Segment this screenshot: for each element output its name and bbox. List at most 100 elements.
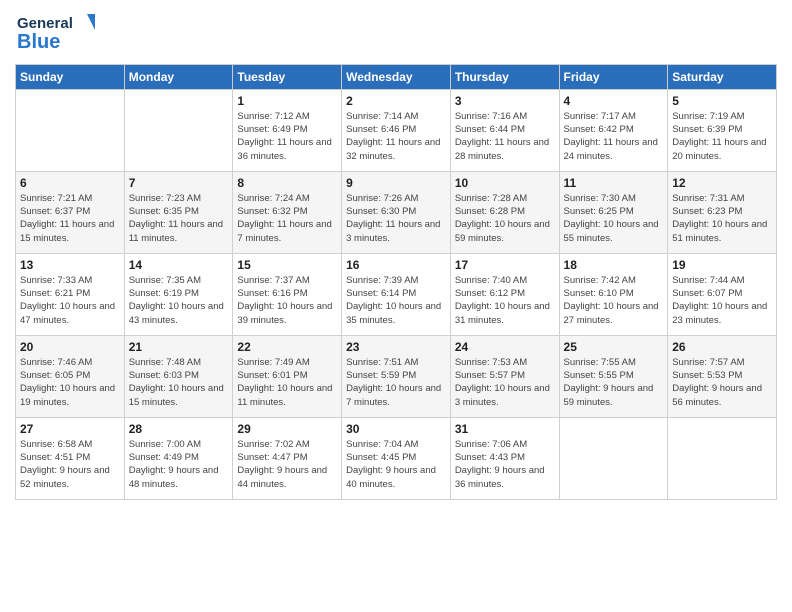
header-wednesday: Wednesday (342, 64, 451, 89)
svg-text:General: General (17, 15, 73, 32)
day-info: Sunrise: 7:19 AM Sunset: 6:39 PM Dayligh… (672, 110, 772, 163)
day-info: Sunrise: 7:12 AM Sunset: 6:49 PM Dayligh… (237, 110, 337, 163)
day-info: Sunrise: 7:39 AM Sunset: 6:14 PM Dayligh… (346, 274, 446, 327)
calendar-cell (16, 89, 125, 171)
day-info: Sunrise: 7:14 AM Sunset: 6:46 PM Dayligh… (346, 110, 446, 163)
header-tuesday: Tuesday (233, 64, 342, 89)
calendar-cell: 11 Sunrise: 7:30 AM Sunset: 6:25 PM Dayli… (559, 171, 668, 253)
day-number: 20 (20, 340, 120, 354)
calendar-cell: 15 Sunrise: 7:37 AM Sunset: 6:16 PM Dayli… (233, 253, 342, 335)
calendar-cell: 7 Sunrise: 7:23 AM Sunset: 6:35 PM Daylig… (124, 171, 233, 253)
day-number: 28 (129, 422, 229, 436)
day-info: Sunrise: 7:46 AM Sunset: 6:05 PM Dayligh… (20, 356, 120, 409)
page-container: General Blue SundayMondayTuesdayWednesda… (0, 0, 792, 510)
calendar-cell: 5 Sunrise: 7:19 AM Sunset: 6:39 PM Daylig… (668, 89, 777, 171)
day-info: Sunrise: 7:28 AM Sunset: 6:28 PM Dayligh… (455, 192, 555, 245)
calendar-cell: 26 Sunrise: 7:57 AM Sunset: 5:53 PM Dayli… (668, 335, 777, 417)
calendar-cell: 20 Sunrise: 7:46 AM Sunset: 6:05 PM Dayli… (16, 335, 125, 417)
day-info: Sunrise: 7:57 AM Sunset: 5:53 PM Dayligh… (672, 356, 772, 409)
day-info: Sunrise: 7:00 AM Sunset: 4:49 PM Dayligh… (129, 438, 229, 491)
calendar-header-row: SundayMondayTuesdayWednesdayThursdayFrid… (16, 64, 777, 89)
day-info: Sunrise: 7:21 AM Sunset: 6:37 PM Dayligh… (20, 192, 120, 245)
calendar-cell: 2Sunrise: 7:14 AM Sunset: 6:46 PM Daylig… (342, 89, 451, 171)
header-friday: Friday (559, 64, 668, 89)
calendar-cell (124, 89, 233, 171)
calendar-week-5: 27 Sunrise: 6:58 AM Sunset: 4:51 PM Dayli… (16, 417, 777, 499)
header-sunday: Sunday (16, 64, 125, 89)
calendar-cell: 8 Sunrise: 7:24 AM Sunset: 6:32 PM Daylig… (233, 171, 342, 253)
day-info: Sunrise: 7:42 AM Sunset: 6:10 PM Dayligh… (564, 274, 664, 327)
day-info: Sunrise: 7:35 AM Sunset: 6:19 PM Dayligh… (129, 274, 229, 327)
day-number: 25 (564, 340, 664, 354)
day-number: 11 (564, 176, 664, 190)
day-info: Sunrise: 7:49 AM Sunset: 6:01 PM Dayligh… (237, 356, 337, 409)
day-info: Sunrise: 7:06 AM Sunset: 4:43 PM Dayligh… (455, 438, 555, 491)
calendar-cell: 22Sunrise: 7:49 AM Sunset: 6:01 PM Dayli… (233, 335, 342, 417)
calendar-week-2: 6Sunrise: 7:21 AM Sunset: 6:37 PM Daylig… (16, 171, 777, 253)
calendar-cell: 1 Sunrise: 7:12 AM Sunset: 6:49 PM Daylig… (233, 89, 342, 171)
header-saturday: Saturday (668, 64, 777, 89)
day-number: 10 (455, 176, 555, 190)
calendar-week-1: 1 Sunrise: 7:12 AM Sunset: 6:49 PM Daylig… (16, 89, 777, 171)
day-info: Sunrise: 7:31 AM Sunset: 6:23 PM Dayligh… (672, 192, 772, 245)
day-info: Sunrise: 7:53 AM Sunset: 5:57 PM Dayligh… (455, 356, 555, 409)
day-number: 18 (564, 258, 664, 272)
calendar-cell: 16 Sunrise: 7:39 AM Sunset: 6:14 PM Dayli… (342, 253, 451, 335)
calendar-cell: 21Sunrise: 7:48 AM Sunset: 6:03 PM Dayli… (124, 335, 233, 417)
day-info: Sunrise: 7:26 AM Sunset: 6:30 PM Dayligh… (346, 192, 446, 245)
day-number: 27 (20, 422, 120, 436)
calendar-cell: 25 Sunrise: 7:55 AM Sunset: 5:55 PM Dayli… (559, 335, 668, 417)
day-info: Sunrise: 6:58 AM Sunset: 4:51 PM Dayligh… (20, 438, 120, 491)
day-number: 19 (672, 258, 772, 272)
calendar-cell: 19 Sunrise: 7:44 AM Sunset: 6:07 PM Dayli… (668, 253, 777, 335)
day-number: 26 (672, 340, 772, 354)
day-info: Sunrise: 7:44 AM Sunset: 6:07 PM Dayligh… (672, 274, 772, 327)
calendar-cell: 6Sunrise: 7:21 AM Sunset: 6:37 PM Daylig… (16, 171, 125, 253)
calendar-cell (559, 417, 668, 499)
day-info: Sunrise: 7:40 AM Sunset: 6:12 PM Dayligh… (455, 274, 555, 327)
day-info: Sunrise: 7:23 AM Sunset: 6:35 PM Dayligh… (129, 192, 229, 245)
day-info: Sunrise: 7:17 AM Sunset: 6:42 PM Dayligh… (564, 110, 664, 163)
day-number: 14 (129, 258, 229, 272)
day-number: 29 (237, 422, 337, 436)
day-number: 21 (129, 340, 229, 354)
calendar-cell: 30 Sunrise: 7:04 AM Sunset: 4:45 PM Dayli… (342, 417, 451, 499)
day-number: 17 (455, 258, 555, 272)
day-info: Sunrise: 7:55 AM Sunset: 5:55 PM Dayligh… (564, 356, 664, 409)
day-number: 3 (455, 94, 555, 108)
day-number: 16 (346, 258, 446, 272)
day-info: Sunrise: 7:30 AM Sunset: 6:25 PM Dayligh… (564, 192, 664, 245)
header: General Blue (15, 10, 777, 60)
day-number: 7 (129, 176, 229, 190)
header-thursday: Thursday (450, 64, 559, 89)
day-number: 30 (346, 422, 446, 436)
day-number: 31 (455, 422, 555, 436)
day-number: 23 (346, 340, 446, 354)
day-number: 13 (20, 258, 120, 272)
calendar-cell: 10 Sunrise: 7:28 AM Sunset: 6:28 PM Dayli… (450, 171, 559, 253)
day-info: Sunrise: 7:04 AM Sunset: 4:45 PM Dayligh… (346, 438, 446, 491)
day-info: Sunrise: 7:37 AM Sunset: 6:16 PM Dayligh… (237, 274, 337, 327)
header-monday: Monday (124, 64, 233, 89)
calendar-week-4: 20 Sunrise: 7:46 AM Sunset: 6:05 PM Dayli… (16, 335, 777, 417)
calendar-cell: 14 Sunrise: 7:35 AM Sunset: 6:19 PM Dayli… (124, 253, 233, 335)
day-number: 12 (672, 176, 772, 190)
calendar-cell: 12 Sunrise: 7:31 AM Sunset: 6:23 PM Dayli… (668, 171, 777, 253)
day-number: 9 (346, 176, 446, 190)
calendar-cell: 31 Sunrise: 7:06 AM Sunset: 4:43 PM Dayli… (450, 417, 559, 499)
day-info: Sunrise: 7:24 AM Sunset: 6:32 PM Dayligh… (237, 192, 337, 245)
svg-text:Blue: Blue (17, 31, 60, 53)
calendar-cell: 9 Sunrise: 7:26 AM Sunset: 6:30 PM Daylig… (342, 171, 451, 253)
calendar-week-3: 13 Sunrise: 7:33 AM Sunset: 6:21 PM Dayli… (16, 253, 777, 335)
day-number: 8 (237, 176, 337, 190)
calendar-cell: 28 Sunrise: 7:00 AM Sunset: 4:49 PM Dayli… (124, 417, 233, 499)
calendar-cell: 27 Sunrise: 6:58 AM Sunset: 4:51 PM Dayli… (16, 417, 125, 499)
logo-text: General Blue (15, 10, 105, 60)
day-info: Sunrise: 7:33 AM Sunset: 6:21 PM Dayligh… (20, 274, 120, 327)
day-number: 5 (672, 94, 772, 108)
calendar-cell: 29Sunrise: 7:02 AM Sunset: 4:47 PM Dayli… (233, 417, 342, 499)
day-number: 24 (455, 340, 555, 354)
day-info: Sunrise: 7:16 AM Sunset: 6:44 PM Dayligh… (455, 110, 555, 163)
day-number: 1 (237, 94, 337, 108)
day-number: 15 (237, 258, 337, 272)
